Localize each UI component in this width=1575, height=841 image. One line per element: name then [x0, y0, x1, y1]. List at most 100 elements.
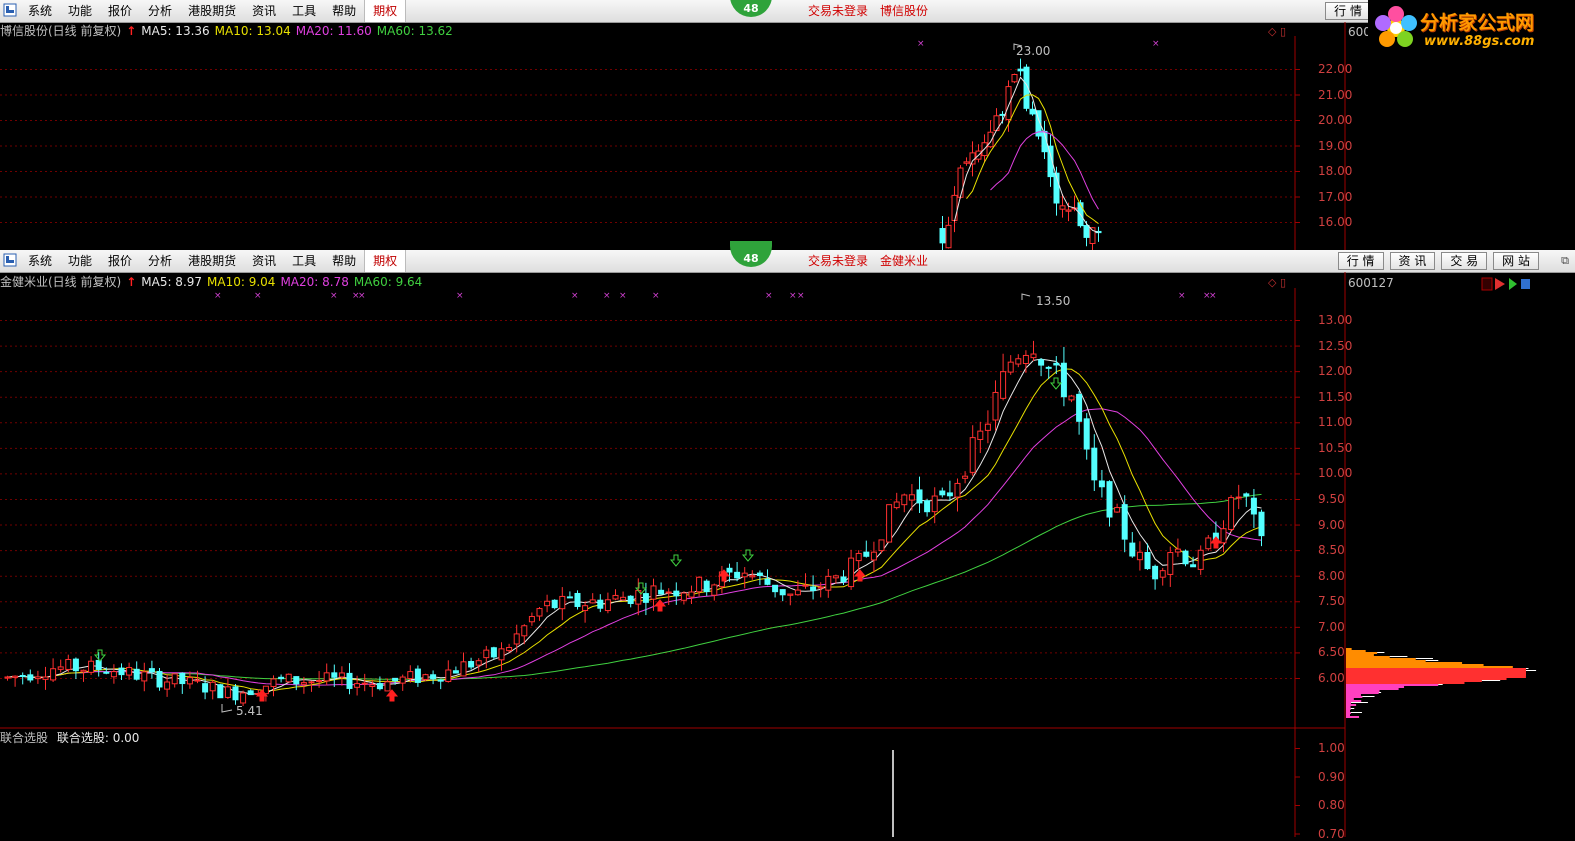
candle-body: [346, 672, 353, 689]
indicator-value: 联合选股: 0.00: [56, 731, 140, 745]
chip-bar: [1346, 678, 1507, 680]
candle-body: [1220, 528, 1227, 544]
indicator-tick-label: 0.80: [1318, 798, 1345, 812]
candle-body: [513, 633, 520, 645]
chip-distribution: [1346, 648, 1537, 718]
candle-body: [680, 592, 687, 601]
candle-body: [1182, 550, 1189, 565]
sell-signal-arrow-icon: [93, 649, 107, 662]
chip-bar-edge: [1378, 692, 1382, 693]
candle-body: [597, 599, 604, 609]
chip-bar-edge: [1481, 680, 1501, 681]
candle-body: [1258, 511, 1265, 537]
peak-marker: [1021, 293, 1031, 300]
candle-body: [749, 575, 756, 578]
candle-body: [551, 599, 558, 609]
candle-body: [992, 391, 999, 421]
candle-body: [924, 500, 931, 513]
candle-body: [1038, 359, 1045, 366]
chip-bar: [1346, 664, 1484, 666]
chip-bar: [1346, 670, 1526, 672]
candle-body: [711, 584, 718, 596]
candle-body: [240, 692, 247, 704]
candle-body: [521, 625, 528, 637]
candle-body: [627, 595, 634, 604]
candle-body: [57, 666, 64, 670]
chip-bar: [1346, 714, 1350, 716]
candle-body: [422, 674, 429, 680]
candle-body: [764, 578, 771, 585]
candle-body: [164, 681, 171, 690]
candle-body: [726, 567, 733, 573]
indicator-title: 联合选股: [0, 731, 49, 745]
price-tick-label: 6.50: [1318, 645, 1345, 660]
candle-body: [650, 585, 657, 600]
candle-body: [445, 669, 452, 682]
candle-body: [810, 586, 817, 592]
candle-body: [34, 676, 41, 680]
candle-body: [506, 646, 513, 652]
marker-x-icon: ×: [765, 291, 773, 301]
sell-signal-arrow-icon: [669, 554, 683, 567]
buy-signal-arrow-icon: [385, 689, 399, 702]
candle-body: [1091, 447, 1098, 481]
price-tick-label: 6.00: [1318, 670, 1345, 685]
marker-x-icon: ×: [797, 291, 805, 301]
chip-bar: [1346, 704, 1357, 706]
candle-body: [544, 600, 551, 607]
chip-bar: [1346, 694, 1361, 696]
candle-body: [1000, 371, 1007, 399]
candle-body: [779, 589, 786, 596]
candle-body: [103, 671, 110, 674]
candle-body: [528, 616, 535, 623]
candle-body: [954, 482, 961, 498]
chip-bar: [1346, 700, 1362, 702]
candle-body: [247, 690, 254, 696]
candle-body: [969, 437, 976, 473]
candle-body: [224, 686, 231, 698]
candle-body: [604, 599, 611, 612]
candle-body: [1060, 362, 1067, 398]
candle-body: [566, 596, 573, 599]
chip-bar: [1346, 652, 1378, 654]
chip-bar: [1346, 660, 1426, 662]
candle-body: [27, 674, 34, 681]
ma60-line: [7, 493, 1262, 680]
candle-body: [1068, 395, 1075, 401]
candle-body: [19, 674, 26, 677]
candle-body: [772, 584, 779, 593]
candle-body: [1243, 493, 1250, 497]
candle-body: [855, 552, 862, 562]
candle-body: [1205, 537, 1212, 550]
candle-body: [962, 475, 969, 479]
price-tick-label: 11.50: [1318, 389, 1353, 404]
candle-body: [308, 681, 315, 684]
candle-body: [1076, 393, 1083, 422]
price-tick-label: 7.00: [1318, 619, 1345, 634]
chip-bar: [1346, 656, 1390, 658]
candle-body: [1159, 570, 1166, 578]
price-tick-label: 8.00: [1318, 568, 1345, 583]
price-tick-label: 10.50: [1318, 440, 1353, 455]
chip-bar-edge: [1377, 652, 1385, 653]
chip-bar: [1346, 648, 1352, 650]
chip-bar: [1346, 662, 1463, 664]
candle-body: [384, 681, 391, 692]
chip-bar: [1346, 676, 1526, 678]
candle-body: [908, 494, 915, 501]
sell-signal-arrow-icon: [1049, 377, 1063, 390]
candle-body: [392, 677, 399, 682]
candle-body: [977, 430, 984, 440]
candle-body: [1007, 361, 1014, 373]
marker-x-icon: ×: [1209, 291, 1217, 301]
price-tick-label: 7.50: [1318, 594, 1345, 609]
candle-body: [179, 672, 186, 685]
candle-body: [916, 489, 923, 504]
candle-body: [1144, 552, 1151, 570]
chip-bar: [1346, 688, 1399, 690]
chip-bar-edge: [1389, 656, 1408, 657]
chip-bar-edge: [1350, 708, 1355, 709]
low-price-label: 5.41: [236, 704, 263, 718]
candle-body: [931, 495, 938, 513]
candle-body: [232, 686, 239, 701]
